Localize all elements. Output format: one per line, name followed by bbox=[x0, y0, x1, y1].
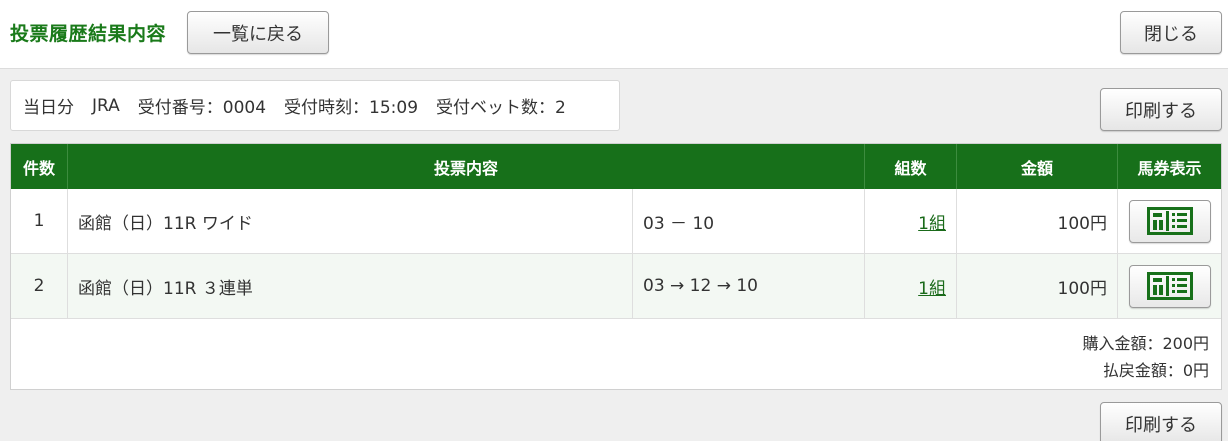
print-button-bottom[interactable]: 印刷する bbox=[1100, 402, 1222, 441]
row-ticket-cell bbox=[1118, 189, 1221, 253]
close-button[interactable]: 閉じる bbox=[1120, 11, 1222, 54]
info-receipt-no: 受付番号：0004 bbox=[137, 98, 267, 118]
table-row: 2 函館（日）11R ３連単 03 → 12 → 10 1組 100円 bbox=[11, 254, 1221, 319]
row-race: 函館（日）11R ワイド bbox=[68, 189, 633, 253]
header-amount: 金額 bbox=[957, 144, 1118, 189]
header-content: 投票内容 bbox=[68, 144, 865, 189]
row-amount: 100円 bbox=[957, 189, 1118, 253]
ticket-view-button[interactable] bbox=[1128, 264, 1211, 308]
kumi-link[interactable]: 1組 bbox=[918, 274, 946, 299]
refund-total: 払戻金額：0円 bbox=[1102, 361, 1209, 380]
table-header: 件数 投票内容 組数 金額 馬券表示 bbox=[11, 144, 1221, 189]
row-number: 1 bbox=[11, 189, 68, 253]
kumi-link[interactable]: 1組 bbox=[918, 209, 946, 234]
info-day: 当日分 bbox=[23, 98, 74, 118]
header-ticket: 馬券表示 bbox=[1137, 158, 1202, 178]
row-ticket-cell bbox=[1118, 254, 1221, 318]
row-horses: 03 → 12 → 10 bbox=[633, 254, 865, 318]
row-race: 函館（日）11R ３連単 bbox=[68, 254, 633, 318]
receipt-info: 当日分 JRA 受付番号：0004 受付時刻：15:09 受付ベット数：2 bbox=[10, 80, 620, 131]
row-horses: 03 － 10 bbox=[633, 189, 865, 253]
bet-table: 件数 投票内容 組数 金額 馬券表示 1 函館（日）11R ワイド 03 － 1… bbox=[10, 143, 1222, 390]
ticket-icon bbox=[1146, 207, 1193, 235]
ticket-view-button[interactable] bbox=[1128, 199, 1211, 243]
print-button-top[interactable]: 印刷する bbox=[1100, 88, 1222, 131]
row-number: 2 bbox=[11, 254, 68, 318]
row-kumi-cell: 1組 bbox=[865, 254, 957, 318]
header-count: 件数 bbox=[11, 144, 68, 189]
row-amount: 100円 bbox=[957, 254, 1118, 318]
info-receipt-time: 受付時刻：15:09 bbox=[284, 98, 419, 118]
header-kumi: 組数 bbox=[865, 144, 957, 189]
table-row: 1 函館（日）11R ワイド 03 － 10 1組 100円 bbox=[11, 189, 1221, 254]
info-org: JRA bbox=[92, 95, 120, 116]
top-bar: 投票履歴結果内容 一覧に戻る 閉じる bbox=[0, 0, 1228, 69]
info-bet-count: 受付ベット数：2 bbox=[436, 98, 566, 118]
back-to-list-button[interactable]: 一覧に戻る bbox=[187, 11, 329, 54]
row-kumi-cell: 1組 bbox=[865, 189, 957, 253]
purchase-total: 購入金額：200円 bbox=[1082, 334, 1209, 353]
ticket-icon bbox=[1146, 272, 1193, 300]
page-title: 投票履歴結果内容 bbox=[10, 23, 167, 45]
